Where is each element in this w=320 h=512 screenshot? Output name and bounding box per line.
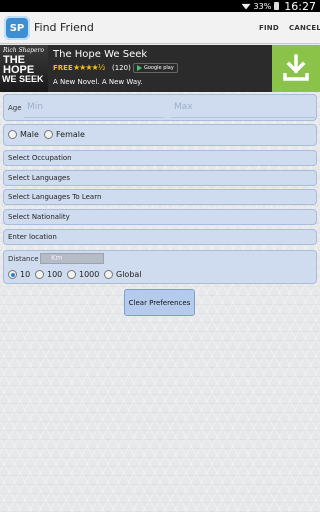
ad-banner[interactable]: Rich Shapero THE HOPE WE SEEK The Hope W… bbox=[0, 45, 320, 92]
battery-percentage: 33% bbox=[253, 1, 272, 11]
distance-global-radio[interactable] bbox=[104, 270, 113, 279]
distance-1000-radio[interactable] bbox=[67, 270, 76, 279]
play-store-icon bbox=[137, 65, 142, 71]
male-label: Male bbox=[20, 130, 39, 139]
ad-rating-count: (120) bbox=[112, 64, 131, 72]
gender-male-option[interactable]: Male bbox=[8, 130, 39, 139]
select-nationality[interactable]: Select Nationality bbox=[3, 209, 317, 225]
distance-100-label: 100 bbox=[47, 270, 63, 279]
status-bar: 33% 16:27 bbox=[0, 0, 320, 13]
distance-option-100[interactable]: 100 bbox=[35, 270, 62, 279]
cover-title: THE HOPE bbox=[3, 55, 34, 76]
age-max-input[interactable]: Max bbox=[171, 99, 315, 118]
age-label: Age bbox=[8, 104, 22, 112]
battery-icon bbox=[274, 2, 280, 10]
clock: 16:27 bbox=[284, 0, 316, 13]
distance-row: Distance Km 10 100 1000 Global bbox=[3, 250, 317, 284]
gender-row: Male Female bbox=[3, 124, 317, 146]
select-occupation[interactable]: Select Occupation bbox=[3, 150, 317, 166]
female-radio[interactable] bbox=[44, 130, 53, 139]
distance-10-label: 10 bbox=[20, 270, 31, 279]
google-play-badge: Google play bbox=[133, 63, 178, 73]
distance-1000-label: 1000 bbox=[79, 270, 100, 279]
ad-title: The Hope We Seek bbox=[53, 49, 148, 60]
clear-preferences-button[interactable]: Clear Preferences bbox=[124, 289, 195, 316]
book-cover-image: Rich Shapero THE HOPE WE SEEK bbox=[0, 45, 48, 92]
age-row: Age Min Max bbox=[3, 94, 317, 121]
rating-stars-icon: ★★★★½ bbox=[73, 63, 105, 72]
cover-title-line3: WE SEEK bbox=[2, 74, 44, 84]
cover-author: Rich Shapero bbox=[3, 47, 44, 54]
distance-option-1000[interactable]: 1000 bbox=[67, 270, 99, 279]
distance-unit-field[interactable]: Km bbox=[40, 253, 104, 264]
ad-price: FREE bbox=[53, 64, 73, 72]
status-indicators: 33% 16:27 bbox=[241, 0, 316, 13]
age-min-input[interactable]: Min bbox=[24, 99, 164, 118]
download-button[interactable] bbox=[272, 45, 320, 92]
distance-label: Distance bbox=[8, 255, 39, 263]
distance-100-radio[interactable] bbox=[35, 270, 44, 279]
female-label: Female bbox=[56, 130, 85, 139]
ad-tagline: A New Novel. A New Way. bbox=[53, 78, 143, 86]
distance-option-10[interactable]: 10 bbox=[8, 270, 30, 279]
gender-female-option[interactable]: Female bbox=[44, 130, 85, 139]
distance-10-radio[interactable] bbox=[8, 270, 17, 279]
action-bar: SP Find Friend FIND CANCEL bbox=[0, 12, 320, 44]
select-languages-to-learn[interactable]: Select Languages To Learn bbox=[3, 189, 317, 205]
select-languages[interactable]: Select Languages bbox=[3, 170, 317, 186]
distance-global-label: Global bbox=[116, 270, 142, 279]
male-radio[interactable] bbox=[8, 130, 17, 139]
cancel-button[interactable]: CANCEL bbox=[289, 24, 320, 32]
page-title: Find Friend bbox=[34, 21, 94, 34]
find-button[interactable]: FIND bbox=[259, 24, 279, 32]
app-logo-icon[interactable]: SP bbox=[4, 16, 30, 40]
wifi-icon bbox=[241, 3, 251, 10]
google-play-label: Google play bbox=[144, 65, 174, 71]
download-icon bbox=[283, 54, 309, 81]
distance-option-global[interactable]: Global bbox=[104, 270, 142, 279]
location-input[interactable]: Enter location bbox=[3, 229, 317, 245]
